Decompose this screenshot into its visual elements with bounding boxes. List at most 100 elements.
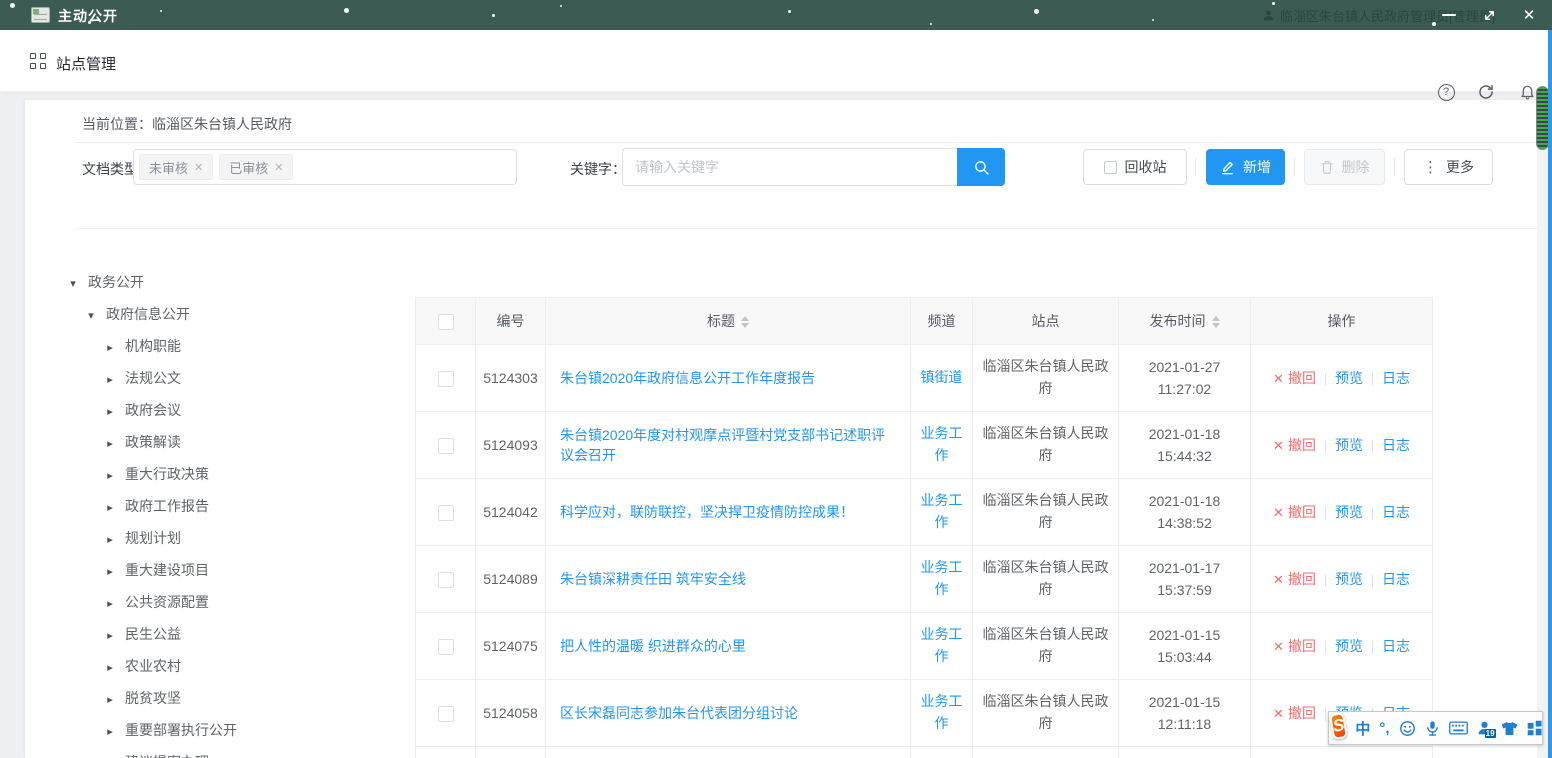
chevron-right-icon[interactable]: ▸ [103, 428, 117, 460]
search-button[interactable] [957, 148, 1005, 186]
chevron-right-icon[interactable]: ▸ [103, 588, 117, 620]
ime-toolbar: S 中 °, 19 [1328, 711, 1543, 745]
tree-item[interactable]: ▸公共资源配置 [25, 586, 405, 618]
toolbox-icon[interactable] [1527, 720, 1543, 736]
doc-title-link[interactable]: 区长宋磊同志参加朱台代表团分组讨论 [560, 705, 798, 721]
row-checkbox[interactable] [438, 505, 454, 521]
withdraw-link[interactable]: ✕撤回 [1273, 370, 1316, 386]
row-checkbox[interactable] [438, 438, 454, 454]
chevron-right-icon[interactable]: ▸ [103, 652, 117, 684]
channel-link[interactable]: 业务工作 [921, 492, 963, 530]
more-button[interactable]: ⋮ 更多 [1404, 149, 1493, 185]
row-checkbox[interactable] [438, 706, 454, 722]
doc-title-link[interactable]: 把人性的温暖 织进群众的心里 [560, 638, 746, 654]
withdraw-link[interactable]: ✕撤回 [1273, 638, 1316, 654]
channel-link[interactable]: 业务工作 [921, 626, 963, 664]
sogou-logo-icon[interactable]: S [1329, 712, 1349, 740]
login-account-icon[interactable]: 19 [1477, 720, 1492, 736]
log-link[interactable]: 日志 [1382, 571, 1410, 587]
log-link[interactable]: 日志 [1382, 437, 1410, 453]
doc-title-link[interactable]: 朱台镇2020年政府信息公开工作年度报告 [560, 370, 815, 386]
preview-link[interactable]: 预览 [1335, 504, 1363, 520]
channel-link[interactable]: 镇街道 [921, 369, 963, 385]
chevron-right-icon[interactable]: ▸ [103, 396, 117, 428]
tree-item[interactable]: ▸重大建设项目 [25, 554, 405, 586]
punctuation-toggle[interactable]: °, [1379, 720, 1389, 737]
log-link[interactable]: 日志 [1382, 638, 1410, 654]
withdraw-link[interactable]: ✕撤回 [1273, 571, 1316, 587]
emoji-icon[interactable] [1399, 720, 1416, 737]
tree-item[interactable]: ▸规划计划 [25, 522, 405, 554]
preview-link[interactable]: 预览 [1335, 638, 1363, 654]
row-checkbox[interactable] [438, 639, 454, 655]
chevron-right-icon[interactable]: ▸ [103, 364, 117, 396]
tree-item[interactable]: ▸政府会议 [25, 394, 405, 426]
minimize-button[interactable] [1432, 0, 1466, 30]
withdraw-link[interactable]: ✕撤回 [1273, 705, 1316, 721]
withdraw-link[interactable]: ✕撤回 [1273, 437, 1316, 453]
recycle-bin-button[interactable]: 回收站 [1083, 149, 1187, 185]
tree-item[interactable]: ▸民生公益 [25, 618, 405, 650]
tree-item[interactable]: ▸建议提案办理 [25, 746, 405, 758]
apps-grid-icon[interactable] [30, 53, 46, 69]
chevron-right-icon[interactable]: ▸ [103, 556, 117, 588]
tree-item[interactable]: ▸农业农村 [25, 650, 405, 682]
row-checkbox[interactable] [438, 572, 454, 588]
chevron-down-icon[interactable]: ▾ [66, 268, 80, 300]
log-link[interactable]: 日志 [1382, 504, 1410, 520]
voice-input-icon[interactable] [1425, 720, 1440, 737]
add-button[interactable]: 新增 [1206, 149, 1285, 185]
chevron-right-icon[interactable]: ▸ [103, 684, 117, 716]
tree-item[interactable]: ▾政府信息公开 [25, 298, 405, 330]
chevron-right-icon[interactable]: ▸ [103, 492, 117, 524]
chevron-right-icon[interactable]: ▸ [103, 748, 117, 758]
skin-icon[interactable] [1501, 721, 1518, 736]
tag-close-icon[interactable]: ✕ [194, 161, 203, 174]
tree-item[interactable]: ▸法规公文 [25, 362, 405, 394]
chevron-right-icon[interactable]: ▸ [103, 716, 117, 748]
doc-title-link[interactable]: 科学应对，联防联控，坚决捍卫疫情防控成果！ [560, 504, 854, 520]
close-button[interactable]: ✕ [1512, 0, 1546, 30]
sort-title-icon[interactable] [741, 316, 749, 328]
chevron-right-icon[interactable]: ▸ [103, 332, 117, 364]
chevron-right-icon[interactable]: ▸ [103, 460, 117, 492]
filter-tag-unreviewed[interactable]: 未审核 ✕ [139, 154, 213, 180]
tree-item[interactable]: ▸政策解读 [25, 426, 405, 458]
preview-link[interactable]: 预览 [1335, 571, 1363, 587]
tree-item[interactable]: ▸重大行政决策 [25, 458, 405, 490]
channel-link[interactable]: 业务工作 [921, 425, 963, 463]
tree-item[interactable]: ▾政务公开 [25, 266, 405, 298]
tag-close-icon[interactable]: ✕ [274, 161, 283, 174]
keyword-input[interactable] [622, 148, 957, 186]
divider [1325, 507, 1326, 520]
doc-title-link[interactable]: 朱台镇深耕责任田 筑牢安全线 [560, 571, 746, 587]
delete-button[interactable]: 删除 [1304, 149, 1385, 185]
tree-item[interactable]: ▸重要部署执行公开 [25, 714, 405, 746]
scrollbar-track[interactable] [1537, 92, 1548, 758]
doc-title-link[interactable]: 朱台镇2020年度对村观摩点评暨村党支部书记述职评议会召开 [560, 427, 885, 463]
ime-mode-toggle[interactable]: 中 [1355, 718, 1370, 739]
tree-item[interactable]: ▸政府工作报告 [25, 490, 405, 522]
tree-item[interactable]: ▸脱贫攻坚 [25, 682, 405, 714]
table-row: 5124042 科学应对，联防联控，坚决捍卫疫情防控成果！ 业务工作 临淄区朱台… [416, 479, 1433, 546]
select-all-checkbox[interactable] [438, 314, 454, 330]
sort-time-icon[interactable] [1212, 316, 1220, 328]
log-link[interactable]: 日志 [1382, 370, 1410, 386]
chevron-right-icon[interactable]: ▸ [103, 620, 117, 652]
notifications-button[interactable] [1517, 82, 1537, 102]
withdraw-link[interactable]: ✕撤回 [1273, 504, 1316, 520]
filter-tag-reviewed[interactable]: 已审核 ✕ [219, 154, 293, 180]
soft-keyboard-icon[interactable] [1449, 721, 1468, 735]
channel-link[interactable]: 业务工作 [921, 559, 963, 597]
channel-link[interactable]: 业务工作 [921, 693, 963, 731]
doc-type-select[interactable]: 未审核 ✕ 已审核 ✕ [133, 149, 517, 185]
help-button[interactable]: ? [1436, 82, 1456, 102]
preview-link[interactable]: 预览 [1335, 370, 1363, 386]
maximize-button[interactable] [1472, 0, 1506, 30]
chevron-right-icon[interactable]: ▸ [103, 524, 117, 556]
tree-item[interactable]: ▸机构职能 [25, 330, 405, 362]
chevron-down-icon[interactable]: ▾ [84, 300, 98, 332]
preview-link[interactable]: 预览 [1335, 437, 1363, 453]
refresh-button[interactable] [1476, 82, 1496, 102]
row-checkbox[interactable] [438, 371, 454, 387]
